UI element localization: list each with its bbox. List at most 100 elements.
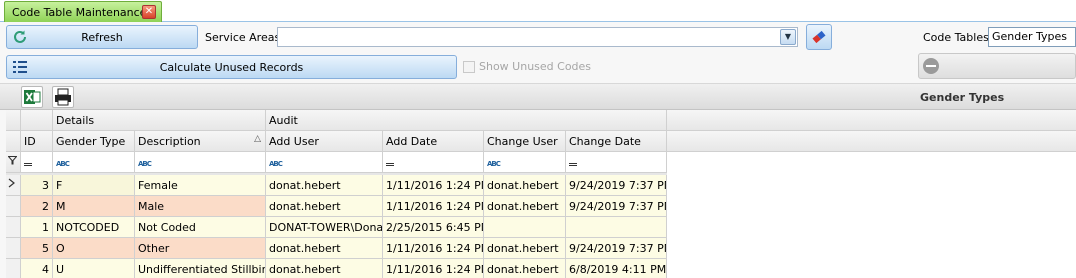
band-filler xyxy=(667,110,1076,131)
cell-gender-type[interactable]: F xyxy=(53,175,135,196)
abc-icon: ABC xyxy=(487,160,501,168)
service-areas-label: Service Areas xyxy=(205,31,281,44)
clear-filter-button[interactable] xyxy=(806,24,832,50)
filter-funnel-icon xyxy=(7,156,18,165)
excel-icon xyxy=(24,90,41,104)
current-row-arrow-icon xyxy=(8,178,15,188)
band-empty xyxy=(21,110,53,131)
cell-gender-type[interactable]: NOTCODED xyxy=(53,217,135,238)
filter-filler xyxy=(667,152,1076,173)
cell-change-user[interactable]: donat.hebert xyxy=(484,196,566,217)
grid-toolbar: Gender Types xyxy=(0,84,1076,110)
filter-row-icon xyxy=(6,152,21,173)
data-grid: Details Audit ID Gender Type Description… xyxy=(6,110,1076,278)
cell-id[interactable]: 1 xyxy=(21,217,53,238)
cell-add-user[interactable]: DONAT-TOWER\Donat xyxy=(266,217,383,238)
grid-title: Gender Types xyxy=(920,91,1005,104)
refresh-button[interactable]: Refresh xyxy=(6,25,198,49)
band-audit: Audit xyxy=(266,110,667,131)
service-areas-dropdown[interactable]: ▼ xyxy=(277,27,798,47)
cell-gender-type[interactable]: U xyxy=(53,259,135,278)
abc-icon: ABC xyxy=(56,160,70,168)
header-filler xyxy=(667,131,1076,152)
code-tables-label: Code Tables xyxy=(923,31,989,44)
show-unused-codes-checkbox[interactable]: Show Unused Codes xyxy=(463,60,591,73)
column-header-gender-type[interactable]: Gender Type xyxy=(53,131,135,152)
filter-gender-type[interactable]: ABC xyxy=(53,152,135,173)
cell-gender-type[interactable]: M xyxy=(53,196,135,217)
cell-description[interactable]: Male xyxy=(135,196,266,217)
equals-icon xyxy=(24,163,32,166)
cell-id[interactable]: 5 xyxy=(21,238,53,259)
filter-change-date[interactable] xyxy=(566,152,667,173)
cell-add-date[interactable]: 1/11/2016 1:24 PM xyxy=(383,196,484,217)
cell-description[interactable]: Other xyxy=(135,238,266,259)
cell-add-user[interactable]: donat.hebert xyxy=(266,196,383,217)
filter-add-user[interactable]: ABC xyxy=(266,152,383,173)
code-tables-dropdown[interactable]: Gender Types xyxy=(988,27,1076,47)
tab-code-table-maintenance[interactable]: Code Table Maintenance ✕ xyxy=(4,1,162,22)
row-indicator[interactable] xyxy=(6,217,21,238)
minus-circle-icon[interactable] xyxy=(923,58,939,74)
equals-icon xyxy=(569,163,577,166)
row-indicator[interactable] xyxy=(6,175,21,196)
column-header-add-date[interactable]: Add Date xyxy=(383,131,484,152)
cell-add-date[interactable]: 1/11/2016 1:24 PM xyxy=(383,175,484,196)
code-tables-value: Gender Types xyxy=(992,30,1068,43)
cell-change-user[interactable] xyxy=(484,217,566,238)
column-header-description[interactable]: Description △ xyxy=(135,131,266,152)
column-header-id[interactable]: ID xyxy=(21,131,53,152)
filter-add-date[interactable] xyxy=(383,152,484,173)
cell-description[interactable]: Female xyxy=(135,175,266,196)
band-details: Details xyxy=(53,110,266,131)
toggle-slider[interactable] xyxy=(918,53,1076,79)
cell-change-date[interactable] xyxy=(566,217,667,238)
column-header-add-user[interactable]: Add User xyxy=(266,131,383,152)
row-indicator[interactable] xyxy=(6,238,21,259)
calculate-unused-records-button[interactable]: Calculate Unused Records xyxy=(6,55,457,79)
list-icon xyxy=(13,61,27,73)
filter-description[interactable]: ABC xyxy=(135,152,266,173)
row-indicator[interactable] xyxy=(6,259,21,278)
cell-change-date[interactable]: 6/8/2019 4:11 PM xyxy=(566,259,667,278)
cell-add-date[interactable]: 1/11/2016 1:24 PM xyxy=(383,259,484,278)
print-button[interactable] xyxy=(52,86,74,108)
cell-id[interactable]: 4 xyxy=(21,259,53,278)
cell-change-date[interactable]: 9/24/2019 7:37 PM xyxy=(566,175,667,196)
printer-icon xyxy=(55,88,71,106)
cell-add-user[interactable]: donat.hebert xyxy=(266,238,383,259)
show-unused-label: Show Unused Codes xyxy=(479,60,592,73)
calculate-unused-label: Calculate Unused Records xyxy=(159,60,304,74)
filter-id[interactable] xyxy=(21,152,53,173)
cell-add-date[interactable]: 2/25/2015 6:45 PM xyxy=(383,217,484,238)
eraser-icon xyxy=(812,30,826,44)
cell-change-user[interactable]: donat.hebert xyxy=(484,175,566,196)
equals-icon xyxy=(386,163,394,166)
sort-ascending-icon: △ xyxy=(254,134,261,144)
cell-description[interactable]: Not Coded xyxy=(135,217,266,238)
refresh-label: Refresh xyxy=(81,30,123,44)
cell-add-user[interactable]: donat.hebert xyxy=(266,259,383,278)
cell-id[interactable]: 2 xyxy=(21,196,53,217)
chevron-down-icon[interactable]: ▼ xyxy=(780,29,796,45)
tab-title: Code Table Maintenance xyxy=(12,5,147,19)
checkbox-box[interactable] xyxy=(463,60,475,73)
abc-icon: ABC xyxy=(138,160,152,168)
column-header-change-date[interactable]: Change Date xyxy=(566,131,667,152)
cell-change-user[interactable]: donat.hebert xyxy=(484,238,566,259)
cell-change-date[interactable]: 9/24/2019 7:37 PM xyxy=(566,238,667,259)
cell-change-user[interactable]: donat.hebert xyxy=(484,259,566,278)
tab-bar: Code Table Maintenance ✕ xyxy=(0,0,1076,22)
toolbar: Refresh Service Areas ▼ Code Tables Gend… xyxy=(0,22,1076,84)
column-header-change-user[interactable]: Change User xyxy=(484,131,566,152)
row-indicator[interactable] xyxy=(6,196,21,217)
cell-add-user[interactable]: donat.hebert xyxy=(266,175,383,196)
cell-id[interactable]: 3 xyxy=(21,175,53,196)
filter-change-user[interactable]: ABC xyxy=(484,152,566,173)
cell-gender-type[interactable]: O xyxy=(53,238,135,259)
export-excel-button[interactable] xyxy=(21,86,43,108)
close-icon[interactable]: ✕ xyxy=(142,5,156,19)
cell-add-date[interactable]: 1/11/2016 1:24 PM xyxy=(383,238,484,259)
cell-description[interactable]: Undifferentiated Stillbirth xyxy=(135,259,266,278)
cell-change-date[interactable]: 9/24/2019 7:37 PM xyxy=(566,196,667,217)
